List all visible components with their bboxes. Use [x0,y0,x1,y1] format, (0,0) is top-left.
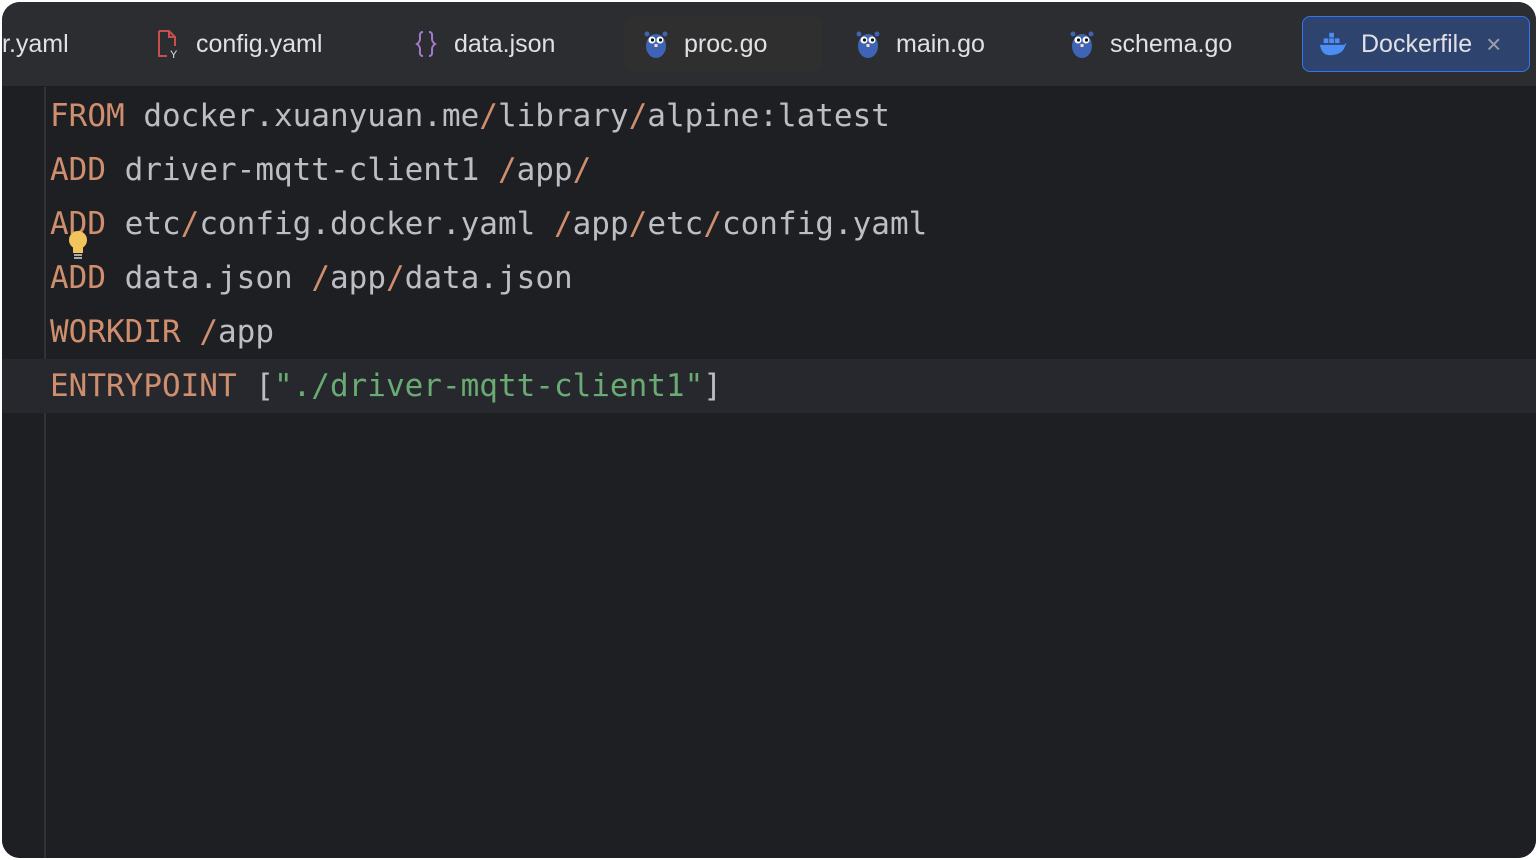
code-token: config.docker.yaml [199,206,536,242]
tab-label: main.go [896,29,985,58]
code-line-3: ADD etc/config.docker.yaml /app/etc/conf… [2,197,1536,251]
gopher-icon [854,29,882,59]
code-token: driver-mqtt-client1 [124,152,480,188]
tab-r-yaml[interactable]: r.yaml [2,16,69,72]
path-separator: / [628,206,648,242]
code-token: alpine:latest [647,98,890,134]
tab-label: data.json [454,29,556,58]
ide-window: r.yaml Y config.yaml data.json proc.go m… [2,2,1536,858]
path-separator: / [553,206,573,242]
code-token: etc [124,206,181,242]
yaml-file-icon: Y [154,29,182,59]
keyword: ADD [50,152,106,188]
tab-proc-go[interactable]: proc.go [624,16,822,72]
code-line-1: FROM docker.xuanyuan.me/library/alpine:l… [2,89,1536,143]
keyword: ENTRYPOINT [50,368,237,404]
tab-main-go[interactable]: main.go [854,16,985,72]
tab-data-json[interactable]: data.json [412,16,555,72]
path-separator: / [703,206,722,242]
path-separator: / [497,152,517,188]
path-separator: / [386,260,405,296]
code-line-6: ENTRYPOINT ["./driver-mqtt-client1"] [2,359,1536,413]
path-separator: / [311,260,330,296]
code-token: app [516,152,573,188]
code-token: config.yaml [721,206,928,242]
tab-label: schema.go [1110,29,1233,58]
tab-dockerfile[interactable]: Dockerfile × [1302,16,1530,72]
json-braces-icon [412,29,440,59]
path-separator: / [479,98,498,134]
tab-schema-go[interactable]: schema.go [1068,16,1232,72]
gopher-icon [642,29,670,59]
code-line-2: ADD driver-mqtt-client1 /app/ [2,143,1536,197]
code-token: docker.xuanyuan.me [143,98,480,134]
code-token: app [218,314,274,350]
code-token: etc [647,206,704,242]
code-token: data.json [404,260,573,296]
code-line-5: WORKDIR /app [2,305,1536,359]
path-separator: / [628,98,648,134]
code-editor[interactable]: FROM docker.xuanyuan.me/library/alpine:l… [2,87,1536,858]
code-token: library [497,98,629,134]
tab-config-yaml[interactable]: Y config.yaml [154,16,322,72]
keyword: FROM [50,98,125,134]
tab-label: r.yaml [2,29,69,58]
lightbulb-intention-icon[interactable] [68,230,88,260]
code-token: app [330,260,386,296]
code-token: app [572,206,629,242]
keyword: WORKDIR [50,314,181,350]
editor-tab-bar: r.yaml Y config.yaml data.json proc.go m… [2,2,1536,87]
tab-label: proc.go [684,29,768,58]
tab-label: Dockerfile [1361,29,1473,58]
docker-whale-icon [1319,29,1347,59]
close-tab-icon[interactable]: × [1486,31,1501,57]
gopher-icon [1068,29,1096,59]
keyword: ADD [50,260,106,296]
tab-label: config.yaml [196,29,323,58]
code-token: ] [703,368,722,404]
path-separator: / [572,152,592,188]
code-token: [ [255,368,274,404]
string-literal: "./driver-mqtt-client1" [273,368,704,404]
path-separator: / [199,314,218,350]
code-token: data.json [124,260,293,296]
code-line-4: ADD data.json /app/data.json [2,251,1536,305]
path-separator: / [180,206,200,242]
svg-text:Y: Y [170,49,178,59]
